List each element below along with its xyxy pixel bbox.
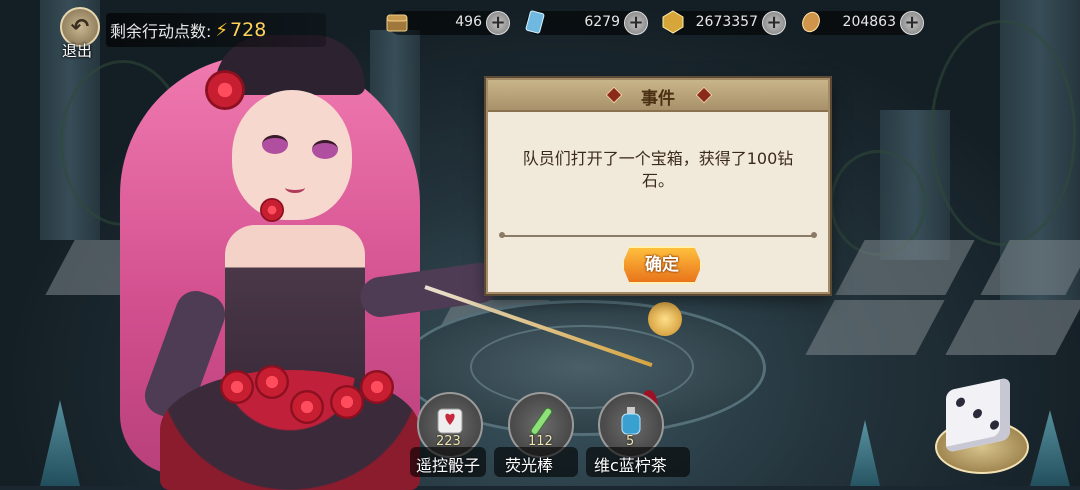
rose-icon (205, 70, 245, 110)
crystal-decoration (1030, 410, 1070, 486)
resource-gold: 2673357 + (662, 10, 786, 35)
rose-icon (360, 370, 394, 404)
character-eye (312, 140, 338, 159)
add-resource-button[interactable]: + (900, 11, 924, 35)
item-name: 荧光棒 (505, 456, 554, 475)
dice-pip (973, 408, 982, 420)
add-resource-button[interactable]: + (486, 11, 510, 35)
add-resource-button[interactable]: + (762, 11, 786, 35)
resource-chest: 496 + (386, 11, 510, 35)
action-points-bar: 剩余行动点数: ⚡ 728 (106, 13, 326, 47)
dice-item-icon (437, 408, 463, 434)
resource-value: 2673357 (695, 14, 758, 30)
floor-ring-inner (470, 325, 694, 409)
amber-gem-icon (802, 11, 820, 33)
add-resource-button[interactable]: + (624, 11, 648, 35)
rose-icon (255, 365, 289, 399)
crystal-decoration (850, 420, 880, 486)
dialog-header: 事件 (488, 80, 828, 112)
potion-bottle-icon (621, 407, 641, 435)
back-label[interactable]: 退出 (62, 40, 92, 61)
crystal-decoration (40, 400, 80, 486)
crystal-card-icon (525, 10, 545, 34)
golden-rose-icon (648, 302, 682, 336)
glowstick-icon (530, 407, 553, 435)
resource-value: 6279 (584, 14, 620, 30)
dialog-title: 事件 (641, 89, 675, 109)
board-tile[interactable] (805, 300, 945, 355)
character-mouth (285, 182, 305, 193)
action-points-value: 728 (230, 19, 267, 41)
resource-value: 496 (455, 14, 482, 30)
dice-pip (956, 396, 965, 408)
item-name: 维c蓝柠茶 (594, 456, 667, 475)
lightning-icon: ⚡ (215, 19, 229, 41)
item-name: 遥控骰子 (416, 456, 481, 475)
board-tile[interactable] (945, 300, 1080, 355)
character-eye (262, 135, 288, 154)
action-points-label: 剩余行动点数: (110, 22, 212, 41)
event-dialog: 事件 队员们打开了一个宝箱，获得了100钻石。 确定 (486, 78, 830, 294)
rose-icon (260, 198, 284, 222)
resource-value: 204863 (842, 14, 896, 30)
board-tile[interactable] (980, 240, 1080, 295)
chest-icon (386, 14, 408, 32)
vine-decoration (930, 20, 1076, 246)
gold-coin-icon (662, 10, 684, 34)
resource-crystal-card: 6279 + (525, 10, 648, 35)
confirm-button[interactable]: 确定 (622, 246, 702, 284)
back-arrow-icon: ↶ (70, 14, 90, 40)
rose-icon (330, 385, 364, 419)
dialog-divider (499, 232, 817, 238)
dialog-message: 队员们打开了一个宝箱，获得了100钻石。 (522, 149, 794, 190)
dice-pip (990, 419, 999, 431)
rose-icon (290, 390, 324, 424)
resource-amber: 204863 + (802, 11, 924, 35)
rose-icon (220, 370, 254, 404)
